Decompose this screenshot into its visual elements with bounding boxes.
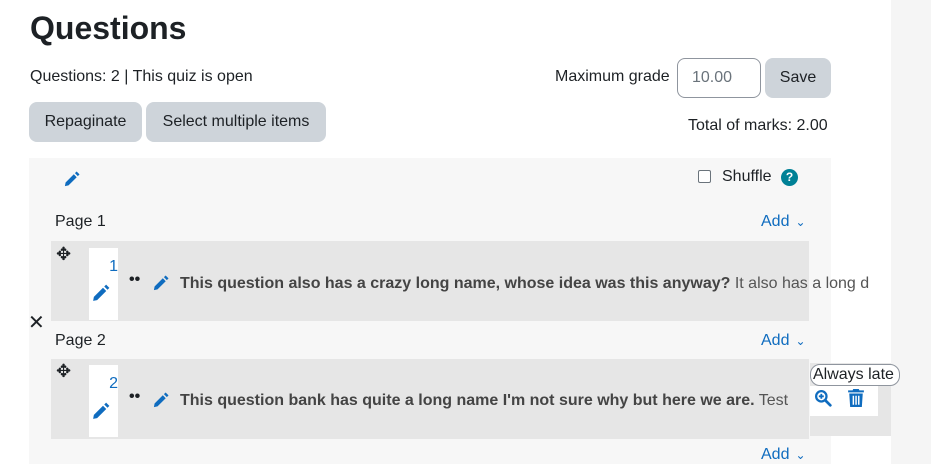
dependency-select[interactable]: Always late xyxy=(810,364,900,386)
question-type-icon: •• xyxy=(129,271,141,288)
trash-icon[interactable] xyxy=(848,389,864,412)
question-text[interactable]: This question bank has quite a long name… xyxy=(180,392,808,410)
page-right-strip xyxy=(891,0,931,464)
repaginate-button[interactable]: Repaginate xyxy=(29,102,142,142)
zoom-in-icon[interactable] xyxy=(814,389,832,412)
move-icon[interactable]: ✥ xyxy=(56,244,71,265)
edit-question-pencil-icon[interactable] xyxy=(152,391,170,409)
add-link-label: Add xyxy=(761,332,790,349)
quiz-status: Questions: 2 | This quiz is open xyxy=(30,68,253,85)
question-number: 2 xyxy=(109,375,118,392)
question-text[interactable]: This question also has a crazy long name… xyxy=(180,275,891,293)
shuffle-checkbox[interactable] xyxy=(698,170,711,183)
question-name: This question bank has quite a long name… xyxy=(180,392,755,409)
bottom-add-link[interactable]: Add ⌄ xyxy=(761,446,806,464)
add-link-label: Add xyxy=(761,213,790,230)
edit-section-pencil-icon[interactable] xyxy=(63,170,81,188)
page-2-label: Page 2 xyxy=(55,332,106,349)
page-2-add-link[interactable]: Add ⌄ xyxy=(761,332,806,350)
chevron-down-icon: ⌄ xyxy=(795,215,806,229)
close-icon[interactable]: ✕ xyxy=(28,310,45,335)
chevron-down-icon: ⌄ xyxy=(795,448,806,462)
save-button[interactable]: Save xyxy=(765,58,831,98)
total-marks: Total of marks: 2.00 xyxy=(688,117,828,134)
max-grade-input[interactable] xyxy=(677,58,761,98)
question-type-icon: •• xyxy=(129,388,141,405)
page-title: Questions xyxy=(30,10,187,46)
question-body: It also has a long d xyxy=(734,275,870,292)
shuffle-label: Shuffle xyxy=(722,168,772,185)
select-multiple-button[interactable]: Select multiple items xyxy=(146,102,326,142)
page-1-add-link[interactable]: Add ⌄ xyxy=(761,213,806,231)
edit-maxmark-pencil-icon[interactable] xyxy=(91,401,111,421)
edit-question-pencil-icon[interactable] xyxy=(152,274,170,292)
chevron-down-icon: ⌄ xyxy=(795,334,806,348)
edit-maxmark-pencil-icon[interactable] xyxy=(91,283,111,303)
page-1-label: Page 1 xyxy=(55,213,106,230)
question-name: This question also has a crazy long name… xyxy=(180,275,731,292)
add-link-label: Add xyxy=(761,446,790,463)
max-grade-label: Maximum grade xyxy=(555,68,670,85)
help-icon[interactable]: ? xyxy=(781,169,798,186)
question-number: 1 xyxy=(109,258,118,275)
question-body: Test xyxy=(758,392,789,409)
move-icon[interactable]: ✥ xyxy=(56,361,71,382)
